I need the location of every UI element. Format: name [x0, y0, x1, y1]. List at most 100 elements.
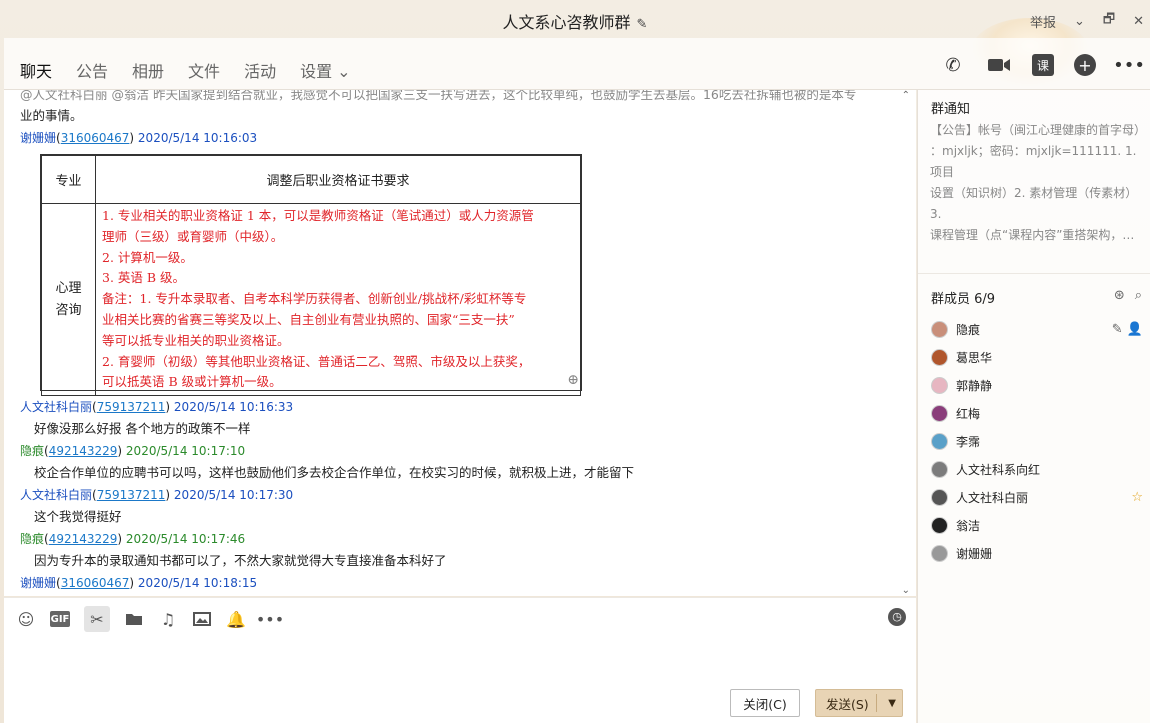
send-options-icon[interactable]: ▼	[888, 698, 896, 709]
partial-message: @人文社科白丽 @翁洁 昨天国家提到结合就业，我感觉不可以把国家三支一扶写进去，…	[20, 90, 857, 102]
member-name: 谢姗姗	[956, 546, 993, 561]
history-icon[interactable]: ◷	[888, 608, 906, 626]
member-item[interactable]: 人文社科系向红	[931, 458, 1143, 480]
add-member-icon[interactable]: ⊛	[1114, 288, 1125, 303]
tab-files[interactable]: 文件	[188, 58, 220, 88]
member-item[interactable]: 葛思华	[931, 346, 1143, 368]
requirement-line: 理师（三级）或育婴师（中级）。	[102, 228, 284, 244]
member-name: 李霈	[956, 434, 981, 449]
chat-history[interactable]: ⌃ @人文社科白丽 @翁洁 昨天国家提到结合就业，我感觉不可以把国家三支一扶写进…	[4, 90, 916, 596]
tab-settings[interactable]: 设置 ⌄	[300, 58, 351, 88]
gif-icon[interactable]: GIF	[50, 611, 70, 627]
member-name: 翁洁	[956, 518, 981, 533]
members-tools: ⊛ ⌕	[1114, 288, 1142, 303]
table-header-requirements: 调整后职业资格证书要求	[95, 155, 581, 204]
image-attachment[interactable]: 专业 调整后职业资格证书要求 心理 咨询 1. 专业相关的职业资格证 1 本，可…	[40, 154, 582, 397]
sender-uid[interactable]: 492143229	[49, 532, 118, 546]
member-item[interactable]: 郭静静	[931, 374, 1143, 396]
notice-line: ：mjxljk；密码：mjxljk=111111. 1.项目	[930, 144, 1137, 179]
report-link[interactable]: 举报	[1030, 12, 1056, 31]
course-icon[interactable]: 课	[1032, 54, 1054, 76]
phone-icon[interactable]: ✆	[940, 52, 966, 78]
member-name: 人文社科白丽	[956, 490, 1029, 505]
member-item[interactable]: 红梅	[931, 402, 1143, 424]
bell-icon[interactable]: 🔔	[226, 609, 246, 629]
message-meta: 人文社科白丽(759137211) 2020/5/14 10:17:30	[20, 488, 294, 502]
owner-badge-icon: 👤	[1126, 321, 1143, 337]
message-meta: 谢姗姗(316060467) 2020/5/14 10:18:15	[20, 576, 258, 590]
member-name: 红梅	[956, 406, 981, 421]
tab-bar: 聊天 公告 相册 文件 活动 设置 ⌄	[20, 58, 375, 94]
sender-name[interactable]: 谢姗姗	[20, 131, 56, 145]
member-item[interactable]: 隐痕 ✎ 👤	[931, 318, 1143, 340]
zoom-in-icon[interactable]: ⊕	[567, 372, 579, 388]
more-icon[interactable]: •••	[256, 609, 284, 629]
scroll-down-icon[interactable]: ⌄	[902, 585, 910, 596]
requirement-line: 业相关比赛的省赛三等奖及以上、自主创业有营业执照的、国家“三支一扶”	[102, 311, 515, 327]
tab-album[interactable]: 相册	[132, 58, 164, 88]
emoji-icon[interactable]: ☺	[16, 609, 36, 629]
music-icon[interactable]: ♫	[158, 609, 178, 629]
edit-icon[interactable]: ✎	[1112, 322, 1123, 337]
sender-name[interactable]: 隐痕	[20, 532, 44, 546]
admin-star-icon: ☆	[1131, 489, 1143, 505]
scroll-up-icon[interactable]: ⌃	[902, 90, 910, 101]
sender-name[interactable]: 谢姗姗	[20, 576, 56, 590]
requirement-line: 备注：1. 专升本录取者、自考本科学历获得者、创新创业/挑战杯/彩虹杯等专	[102, 291, 527, 307]
screenshot-icon[interactable]: ✂	[84, 606, 110, 632]
avatar	[931, 544, 948, 562]
member-name: 葛思华	[956, 350, 993, 365]
tab-activities[interactable]: 活动	[244, 58, 276, 88]
send-label: 发送(S)	[826, 696, 869, 712]
notice-body[interactable]: 【公告】帐号（闽江心理健康的首字母） ：mjxljk；密码：mjxljk=111…	[930, 120, 1148, 246]
sender-name[interactable]: 人文社科白丽	[20, 488, 92, 502]
message-time: 2020/5/14 10:17:10	[125, 444, 246, 458]
image-icon[interactable]	[192, 609, 212, 629]
message-time: 2020/5/14 10:16:03	[137, 131, 258, 145]
member-name: 郭静静	[956, 378, 993, 393]
sender-uid[interactable]: 759137211	[97, 488, 166, 502]
notice-line: 【公告】帐号（闽江心理健康的首字母）	[930, 123, 1147, 137]
folder-icon[interactable]	[124, 609, 144, 629]
member-item[interactable]: 人文社科白丽 ☆	[931, 486, 1143, 508]
sender-name[interactable]: 人文社科白丽	[20, 400, 92, 414]
send-button[interactable]: 发送(S) ▼	[815, 689, 903, 717]
member-item[interactable]: 谢姗姗	[931, 542, 1143, 564]
avatar	[931, 348, 948, 366]
member-name: 隐痕	[956, 322, 981, 337]
avatar	[931, 488, 948, 506]
tab-announcement[interactable]: 公告	[76, 58, 108, 88]
member-name: 人文社科系向红	[956, 462, 1041, 477]
more-icon[interactable]: •••	[1113, 52, 1145, 78]
restore-icon[interactable]: 🗗	[1103, 10, 1115, 32]
close-button[interactable]: 关闭(C)	[730, 689, 800, 717]
notice-line: 设置（知识树）2. 素材管理（传素材）3.	[930, 186, 1138, 221]
video-call-icon[interactable]	[986, 52, 1012, 78]
chat-header: 聊天 公告 相册 文件 活动 设置 ⌄ ✆ 课 + •••	[4, 38, 1150, 94]
member-actions: ✎ 👤	[1112, 322, 1143, 337]
member-item[interactable]: 翁洁	[931, 514, 1143, 536]
sender-uid[interactable]: 316060467	[61, 576, 130, 590]
member-item[interactable]: 李霈	[931, 430, 1143, 452]
edit-name-icon[interactable]: ✎	[637, 17, 648, 32]
requirement-line: 1. 专业相关的职业资格证 1 本，可以是教师资格证（笔试通过）或人力资源管	[102, 208, 534, 223]
message-meta: 隐痕(492143229) 2020/5/14 10:17:10	[20, 444, 246, 458]
close-icon[interactable]: ✕	[1133, 14, 1144, 29]
sender-uid[interactable]: 492143229	[49, 444, 118, 458]
tab-chat[interactable]: 聊天	[20, 58, 52, 94]
requirement-line: 2. 计算机一级。	[102, 249, 193, 265]
requirement-line: 可以抵英语 B 级或计算机一级。	[102, 374, 282, 390]
requirement-line: 2. 育婴师（初级）等其他职业资格证、普通话二乙、驾照、市级及以上获奖，	[102, 353, 531, 369]
requirement-line: 等可以抵专业相关的职业资格证。	[102, 332, 290, 348]
search-icon[interactable]: ⌕	[1135, 288, 1142, 303]
group-sidebar: 群通知 【公告】帐号（闽江心理健康的首字母） ：mjxljk；密码：mjxljk…	[917, 90, 1150, 723]
message-meta: 谢姗姗(316060467) 2020/5/14 10:16:03	[20, 131, 258, 145]
requirement-line: 3. 英语 B 级。	[102, 270, 186, 286]
header-tools: ✆ 课 + •••	[940, 52, 1145, 78]
sender-name[interactable]: 隐痕	[20, 444, 44, 458]
sender-uid[interactable]: 316060467	[61, 131, 130, 145]
composer-tools: ☺ GIF ✂ ♫ 🔔 •••	[16, 606, 284, 632]
menu-down-icon[interactable]: ⌄	[1074, 14, 1085, 29]
add-app-icon[interactable]: +	[1074, 54, 1096, 76]
sender-uid[interactable]: 759137211	[97, 400, 166, 414]
